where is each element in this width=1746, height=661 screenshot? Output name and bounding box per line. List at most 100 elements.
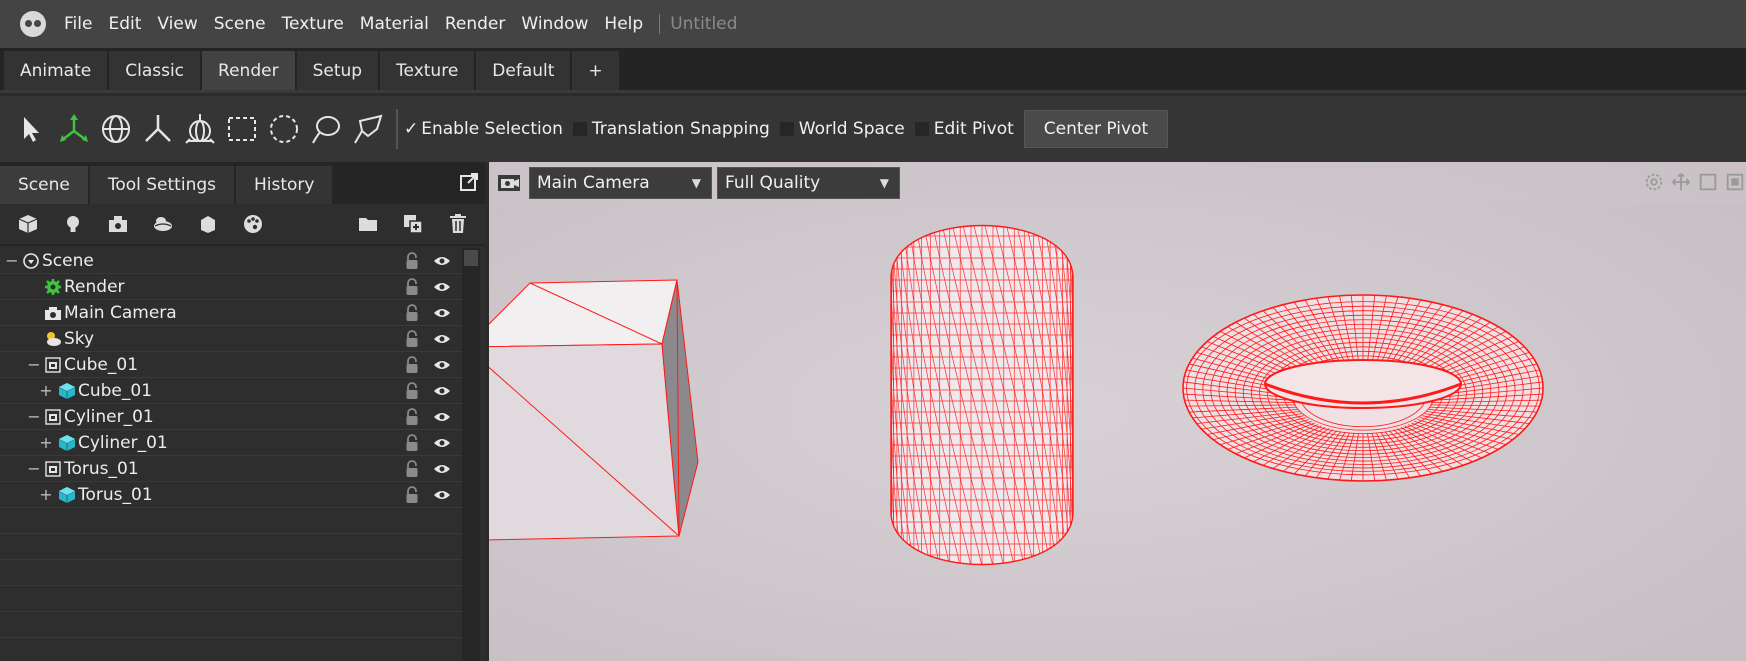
menu-material[interactable]: Material: [352, 14, 437, 34]
select-arrow-icon[interactable]: [12, 107, 52, 151]
rotate-gizmo-icon[interactable]: [96, 107, 136, 151]
expand-icon[interactable]: +: [38, 433, 54, 452]
camera-select[interactable]: Main Camera ▼: [529, 167, 712, 199]
palette-icon[interactable]: [235, 208, 271, 240]
tab-history[interactable]: History: [236, 166, 333, 204]
collapse-icon[interactable]: −: [26, 355, 42, 374]
menu-window[interactable]: Window: [513, 14, 596, 34]
menu-render[interactable]: Render: [437, 14, 514, 34]
world-space-checkbox[interactable]: World Space: [779, 119, 905, 139]
settings-icon[interactable]: [1642, 170, 1666, 194]
expand-icon[interactable]: +: [38, 485, 54, 504]
trash-icon[interactable]: [440, 208, 476, 240]
tree-item-label: Render: [64, 276, 125, 297]
tab-scene[interactable]: Scene: [0, 166, 88, 204]
move-view-icon[interactable]: [1669, 170, 1693, 194]
eye-icon[interactable]: [433, 437, 451, 449]
lock-icon[interactable]: [405, 382, 419, 400]
lasso-select-icon[interactable]: [306, 107, 346, 151]
menu-file[interactable]: File: [56, 14, 100, 34]
lock-icon[interactable]: [405, 460, 419, 478]
cylinder-mesh[interactable]: [890, 208, 1074, 610]
move-gizmo-icon[interactable]: [54, 107, 94, 151]
tree-row[interactable]: Sky: [0, 326, 462, 352]
eye-icon[interactable]: [433, 333, 451, 345]
checkbox-box: [779, 122, 794, 136]
tree-row[interactable]: − Scene: [0, 248, 462, 274]
cube-mesh[interactable]: [489, 279, 699, 541]
lock-icon[interactable]: [405, 434, 419, 452]
light-bulb-icon[interactable]: [55, 208, 91, 240]
universal-gizmo-icon[interactable]: [180, 107, 220, 151]
tree-row[interactable]: − Cube_01: [0, 352, 462, 378]
center-pivot-button[interactable]: Center Pivot: [1023, 110, 1169, 148]
menu-edit[interactable]: Edit: [100, 14, 149, 34]
3d-viewport[interactable]: Main Camera ▼ Full Quality ▼: [489, 162, 1746, 661]
enable-selection-checkbox[interactable]: ✓ Enable Selection: [404, 119, 563, 139]
lock-icon[interactable]: [405, 356, 419, 374]
menu-view[interactable]: View: [149, 14, 205, 34]
lock-icon[interactable]: [405, 330, 419, 348]
tree-row[interactable]: − Torus_01: [0, 456, 462, 482]
viewport-camera-icon[interactable]: [497, 174, 521, 192]
eye-icon[interactable]: [433, 307, 451, 319]
polygon-lasso-icon[interactable]: [348, 107, 388, 151]
eye-icon[interactable]: [433, 411, 451, 423]
eye-icon[interactable]: [433, 489, 451, 501]
maximize-icon[interactable]: [1696, 170, 1720, 194]
eye-icon[interactable]: [433, 385, 451, 397]
edit-pivot-checkbox[interactable]: Edit Pivot: [914, 119, 1014, 139]
tab-classic[interactable]: Classic: [109, 51, 201, 90]
tab-setup[interactable]: Setup: [296, 51, 379, 90]
viewport-scene[interactable]: [489, 162, 1746, 661]
popout-icon[interactable]: [459, 172, 479, 192]
circle-select-icon[interactable]: [264, 107, 304, 151]
mesh-icon: [58, 382, 76, 400]
menu-scene[interactable]: Scene: [206, 14, 274, 34]
tree-row[interactable]: + Torus_01: [0, 482, 462, 508]
tree-row[interactable]: − Cyliner_01: [0, 404, 462, 430]
menu-help[interactable]: Help: [596, 14, 651, 34]
add-tab-button[interactable]: +: [572, 51, 619, 90]
eye-icon[interactable]: [433, 463, 451, 475]
menu-texture[interactable]: Texture: [274, 14, 352, 34]
collapse-icon[interactable]: −: [26, 407, 42, 426]
tree-row[interactable]: + Cube_01: [0, 378, 462, 404]
tree-item-label: Scene: [42, 250, 94, 271]
tab-default[interactable]: Default: [476, 51, 571, 90]
collapse-icon[interactable]: −: [4, 251, 20, 270]
lock-icon[interactable]: [405, 252, 419, 270]
layout-icon[interactable]: [1723, 170, 1746, 194]
tree-scrollbar[interactable]: [462, 248, 480, 661]
tab-texture[interactable]: Texture: [380, 51, 475, 90]
tab-render[interactable]: Render: [202, 51, 295, 90]
skull-logo-icon[interactable]: [20, 11, 46, 37]
folder-icon[interactable]: [350, 208, 386, 240]
lock-icon[interactable]: [405, 278, 419, 296]
lock-icon[interactable]: [405, 486, 419, 504]
torus-mesh[interactable]: [1182, 294, 1544, 482]
translation-snapping-checkbox[interactable]: Translation Snapping: [572, 119, 770, 139]
sky-icon[interactable]: [145, 208, 181, 240]
lock-icon[interactable]: [405, 408, 419, 426]
lock-icon[interactable]: [405, 304, 419, 322]
material-icon[interactable]: [190, 208, 226, 240]
scrollbar-thumb[interactable]: [464, 250, 478, 266]
tree-item-label: Cube_01: [78, 380, 153, 401]
eye-icon[interactable]: [433, 359, 451, 371]
rect-select-icon[interactable]: [222, 107, 262, 151]
expand-icon[interactable]: +: [38, 381, 54, 400]
eye-icon[interactable]: [433, 281, 451, 293]
cube-icon[interactable]: [10, 208, 46, 240]
camera-icon[interactable]: [100, 208, 136, 240]
tab-tool-settings[interactable]: Tool Settings: [89, 166, 234, 204]
tree-row[interactable]: Render: [0, 274, 462, 300]
duplicate-icon[interactable]: [395, 208, 431, 240]
quality-select[interactable]: Full Quality ▼: [717, 167, 900, 199]
scale-gizmo-icon[interactable]: [138, 107, 178, 151]
eye-icon[interactable]: [433, 255, 451, 267]
collapse-icon[interactable]: −: [26, 459, 42, 478]
tab-animate[interactable]: Animate: [4, 51, 108, 90]
tree-row[interactable]: + Cyliner_01: [0, 430, 462, 456]
tree-row[interactable]: Main Camera: [0, 300, 462, 326]
